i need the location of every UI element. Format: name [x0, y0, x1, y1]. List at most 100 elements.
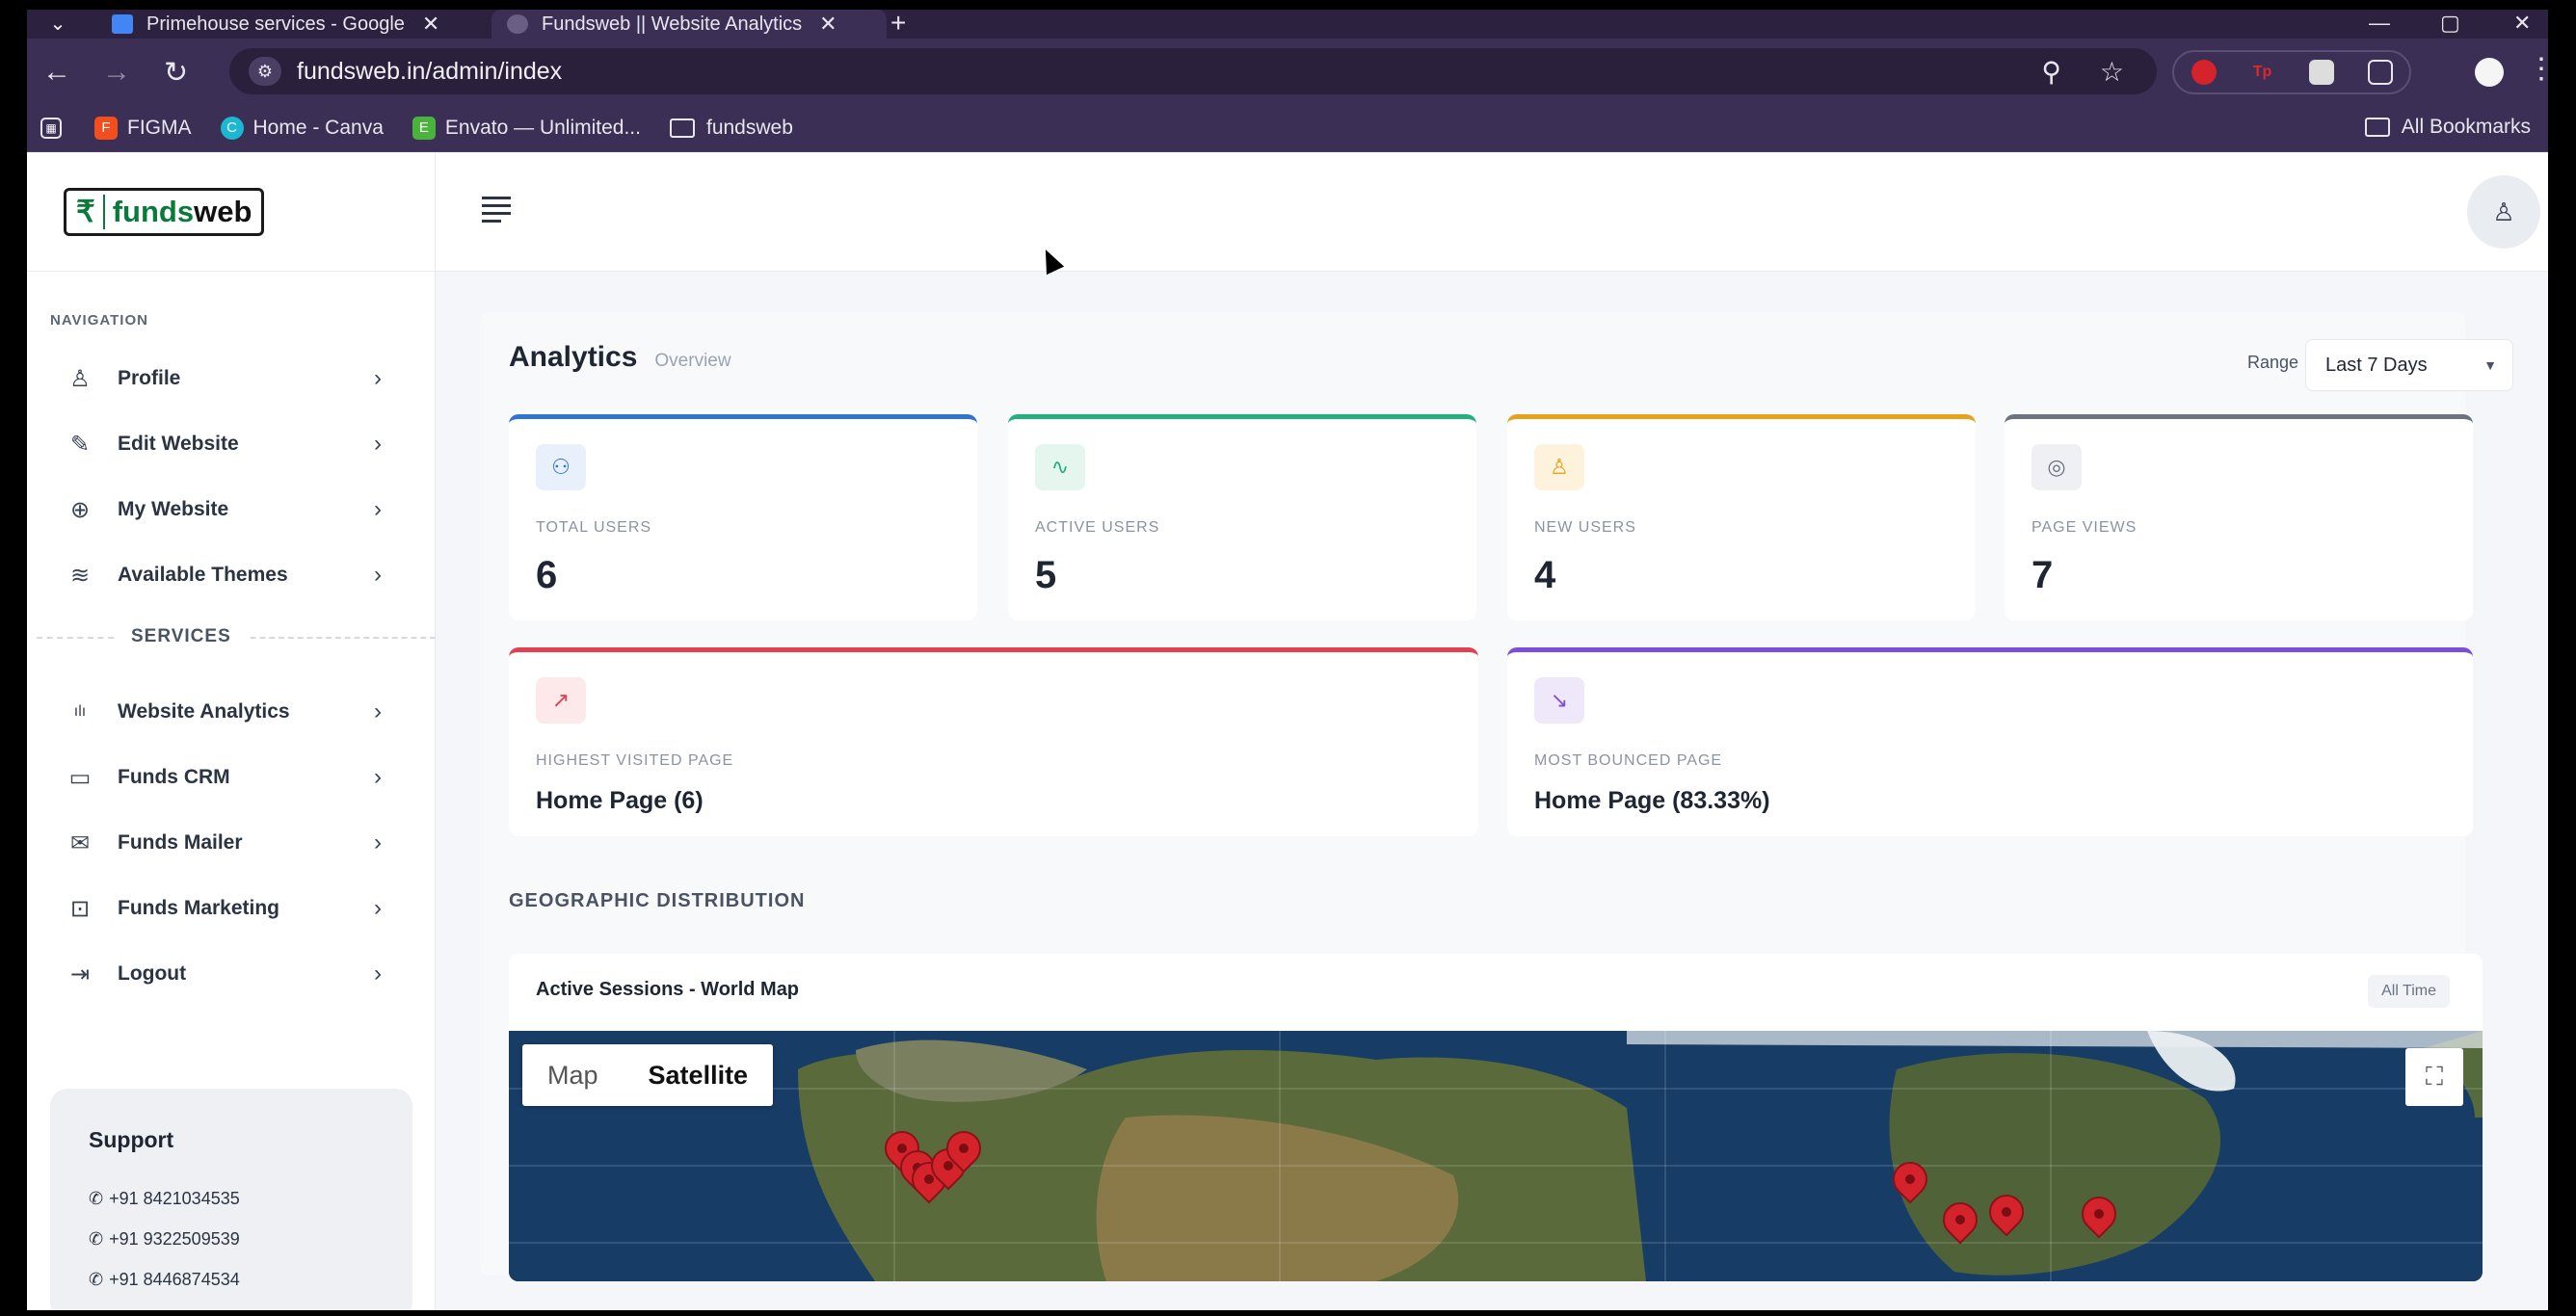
- puzzle-extension-icon[interactable]: [2367, 60, 2393, 85]
- world-map[interactable]: Map Satellite ⛶: [509, 1031, 2483, 1281]
- menu-toggle-icon[interactable]: [482, 197, 511, 227]
- phone-number: +91 8446874534: [109, 1269, 240, 1289]
- browser-menu-icon[interactable]: ⋮: [2527, 52, 2548, 86]
- logo-text-funds: funds: [112, 194, 195, 228]
- tp-extension-icon[interactable]: Tp: [2250, 60, 2275, 85]
- omnibox-actions: ⚲ ☆: [2041, 56, 2124, 88]
- chevron-right-icon: ›: [374, 829, 382, 855]
- logo-text-web: web: [194, 194, 252, 228]
- adblock-extension-icon[interactable]: [2191, 60, 2217, 85]
- sidebar-item-logout[interactable]: ⇥ Logout ›: [27, 941, 435, 1007]
- user-plus-icon: ♙: [1534, 444, 1584, 490]
- maximize-icon[interactable]: ▢: [2440, 10, 2460, 37]
- tab-fundsweb[interactable]: Fundsweb || Website Analytics ✕: [491, 10, 887, 39]
- sidebar-item-funds-marketing[interactable]: ⊡ Funds Marketing ›: [27, 876, 435, 941]
- divider-line: [231, 637, 436, 639]
- chevron-right-icon: ›: [374, 496, 382, 522]
- browser-profile-icon[interactable]: [2475, 58, 2504, 87]
- chevron-right-icon: ›: [374, 961, 382, 987]
- browser-window: ⌄ Primehouse services - Google ✕ Fundswe…: [27, 10, 2548, 1310]
- analytics-panel: Analytics Overview Range Last 7 Days ▼ ⚇…: [480, 312, 2513, 1281]
- new-tab-button[interactable]: +: [890, 10, 906, 38]
- minimize-icon[interactable]: —: [2369, 10, 2390, 37]
- globe-icon: ⊕: [69, 496, 91, 523]
- reload-icon[interactable]: ↻: [164, 56, 188, 90]
- stat-value: 7: [2032, 554, 2054, 596]
- tab-search-icon[interactable]: ⌄: [40, 10, 75, 37]
- bookmark-figma[interactable]: F FIGMA: [94, 116, 192, 140]
- logout-icon: ⇥: [69, 961, 91, 987]
- map-type-toggle: Map Satellite: [522, 1044, 774, 1106]
- url-text[interactable]: fundsweb.in/admin/index: [297, 58, 562, 86]
- layers-icon: ≋: [69, 562, 91, 589]
- activity-icon: ∿: [1035, 444, 1085, 490]
- canva-icon: C: [220, 116, 244, 140]
- sidebar-item-website-analytics[interactable]: ılı Website Analytics ›: [27, 679, 435, 745]
- sidebar-item-label: My Website: [118, 498, 229, 520]
- users-icon: ⚇: [536, 444, 586, 490]
- support-phone[interactable]: ✆ +91 8421034535: [89, 1178, 412, 1219]
- monitor-icon: ▭: [68, 764, 92, 791]
- range-select[interactable]: Last 7 Days ▼: [2305, 339, 2513, 391]
- phone-icon: ✆: [89, 1269, 104, 1289]
- sidebar-item-label: Funds Marketing: [118, 897, 280, 919]
- forward-icon[interactable]: →: [102, 56, 131, 89]
- close-tab-icon[interactable]: ✕: [819, 12, 837, 37]
- address-bar-row: ← → ↻ ⚙ fundsweb.in/admin/index ⚲ ☆ Tp ⋮: [27, 39, 2548, 104]
- sidebar-item-my-website[interactable]: ⊕ My Website ›: [27, 477, 435, 542]
- bookmark-label: fundsweb: [705, 116, 793, 139]
- support-phone[interactable]: ✆ +91 9322509539: [89, 1219, 412, 1259]
- chevron-right-icon: ›: [374, 698, 382, 724]
- site-info-icon[interactable]: ⚙: [249, 57, 281, 86]
- fullscreen-icon[interactable]: ⛶: [2405, 1048, 2463, 1106]
- card-value: Home Page (6): [536, 787, 704, 814]
- zoom-icon[interactable]: ⚲: [2041, 56, 2061, 88]
- stat-card-new-users: ♙ NEW USERS 4: [1507, 414, 1976, 620]
- user-icon: ♙: [69, 365, 91, 392]
- camera-extension-icon[interactable]: [2308, 60, 2334, 85]
- tab-primehouse[interactable]: Primehouse services - Google ✕: [96, 10, 491, 39]
- range-label: Range: [2247, 353, 2299, 372]
- map-view-button[interactable]: Map: [522, 1044, 624, 1106]
- all-bookmarks-button[interactable]: All Bookmarks: [2364, 116, 2531, 139]
- bookmark-label: Home - Canva: [252, 116, 384, 139]
- sidebar-item-label: Available Themes: [118, 564, 288, 586]
- phone-icon: ✆: [89, 1188, 104, 1208]
- support-title: Support: [89, 1127, 174, 1152]
- satellite-view-button[interactable]: Satellite: [624, 1044, 774, 1106]
- sidebar-item-funds-mailer[interactable]: ✉ Funds Mailer ›: [27, 810, 435, 876]
- bookmark-fundsweb[interactable]: fundsweb: [669, 116, 793, 140]
- sidebar-item-funds-crm[interactable]: ▭ Funds CRM ›: [27, 745, 435, 810]
- stat-label: TOTAL USERS: [536, 519, 652, 536]
- window-close-icon[interactable]: ✕: [2513, 10, 2531, 37]
- extensions-group: Tp: [2172, 50, 2411, 94]
- close-tab-icon[interactable]: ✕: [422, 12, 439, 37]
- bookmark-canva[interactable]: C Home - Canva: [220, 116, 384, 140]
- user-avatar-icon[interactable]: ♙: [2467, 175, 2540, 249]
- sidebar-item-available-themes[interactable]: ≋ Available Themes ›: [27, 542, 435, 608]
- apps-grid-icon[interactable]: ▦: [40, 117, 71, 139]
- back-icon[interactable]: ←: [42, 56, 71, 89]
- tab-title: Fundsweb || Website Analytics: [542, 13, 803, 35]
- sidebar-item-edit-website[interactable]: ✎ Edit Website ›: [27, 411, 435, 477]
- folder-icon: [2364, 118, 2390, 137]
- support-phone[interactable]: ✆ +91 8446874534: [89, 1259, 412, 1300]
- logo-area: ₹ funds web: [27, 152, 435, 272]
- fundsweb-logo[interactable]: ₹ funds web: [64, 187, 265, 236]
- bookmark-envato[interactable]: E Envato — Unlimited...: [412, 116, 641, 140]
- card-label: HIGHEST VISITED PAGE: [536, 752, 734, 769]
- phone-number: +91 9322509539: [109, 1228, 240, 1249]
- bookmark-star-icon[interactable]: ☆: [2100, 56, 2124, 88]
- page-title: Analytics: [509, 341, 638, 373]
- analytics-header: Analytics Overview: [509, 341, 731, 374]
- trending-up-icon: ↗: [536, 677, 586, 724]
- sidebar-item-label: Funds Mailer: [118, 831, 243, 854]
- figma-icon: F: [94, 116, 118, 140]
- sidebar-item-label: Website Analytics: [118, 700, 290, 723]
- tab-bar: ⌄ Primehouse services - Google ✕ Fundswe…: [27, 10, 2548, 39]
- sidebar-item-profile[interactable]: ♙ Profile ›: [27, 346, 435, 411]
- trending-down-icon: ↘: [1534, 677, 1584, 724]
- bookmarks-bar: ▦ F FIGMA C Home - Canva E Envato — Unli…: [27, 104, 2548, 152]
- omnibox[interactable]: ⚙ fundsweb.in/admin/index: [229, 48, 2157, 94]
- briefcase-icon: ⊡: [69, 895, 91, 922]
